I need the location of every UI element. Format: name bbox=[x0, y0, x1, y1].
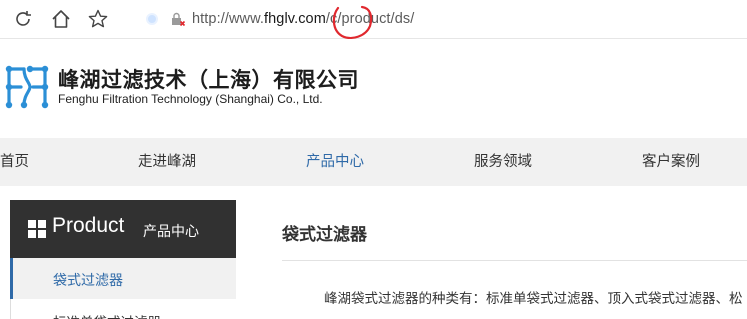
address-bar[interactable]: http://www.fhglv.com/c/product/ds/ bbox=[146, 6, 414, 32]
company-name-cn: 峰湖过滤技术（上海）有限公司 bbox=[58, 68, 359, 92]
nav-item-services[interactable]: 服务领域 bbox=[474, 138, 532, 186]
nav-item-cases[interactable]: 客户案例 bbox=[642, 138, 700, 186]
refresh-icon[interactable] bbox=[12, 8, 34, 30]
grid-icon bbox=[28, 220, 46, 238]
sidebar-list: 袋式过滤器 标准单袋式过滤器 bbox=[10, 258, 236, 319]
browser-toolbar: http://www.fhglv.com/c/product/ds/ bbox=[0, 0, 747, 40]
sidebar-item-bag-filter[interactable]: 袋式过滤器 bbox=[10, 258, 236, 299]
url-text[interactable]: http://www.fhglv.com/c/product/ds/ bbox=[192, 11, 414, 27]
sidebar-subtitle: 产品中心 bbox=[143, 224, 199, 240]
red-circle-annotation bbox=[332, 5, 373, 40]
insecure-lock-icon[interactable] bbox=[170, 11, 186, 27]
nav-item-products[interactable]: 产品中心 bbox=[306, 138, 364, 186]
nav-item-home[interactable]: 首页 bbox=[0, 138, 29, 186]
sidebar-item-standard-single-bag[interactable]: 标准单袋式过滤器 bbox=[10, 299, 236, 319]
site-header: 峰湖过滤技术（上海）有限公司 Fenghu Filtration Technol… bbox=[0, 39, 747, 137]
company-name-en: Fenghu Filtration Technology (Shanghai) … bbox=[58, 92, 323, 106]
home-icon[interactable] bbox=[50, 8, 72, 30]
main-nav: 首页 走进峰湖 产品中心 服务领域 客户案例 bbox=[0, 138, 747, 186]
sidebar-item-label: 袋式过滤器 bbox=[53, 273, 123, 289]
site-status-icon bbox=[146, 13, 158, 25]
star-icon[interactable] bbox=[87, 8, 109, 30]
sidebar-title: Product bbox=[52, 214, 125, 237]
sidebar-item-label: 标准单袋式过滤器 bbox=[53, 311, 161, 319]
sidebar-header: Product 产品中心 bbox=[10, 200, 236, 258]
nav-item-about[interactable]: 走进峰湖 bbox=[138, 138, 196, 186]
page-title: 袋式过滤器 bbox=[282, 225, 367, 245]
company-logo[interactable] bbox=[4, 65, 50, 109]
intro-text: 峰湖袋式过滤器的种类有：标准单袋式过滤器、顶入式袋式过滤器、松 bbox=[324, 291, 743, 307]
title-divider bbox=[282, 260, 747, 261]
